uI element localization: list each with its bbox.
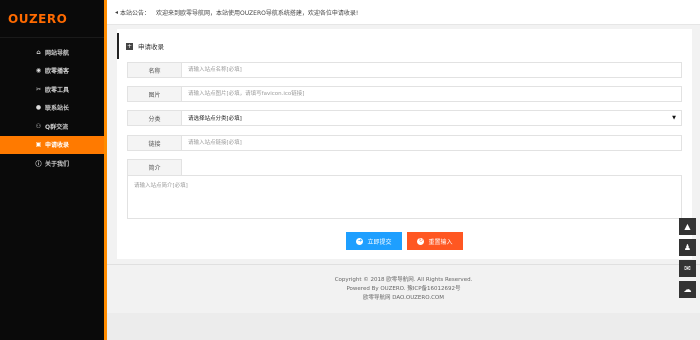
sidebar-item-tools[interactable]: ✂ 欧零工具 [0, 80, 104, 99]
sidebar-item-label: 欧零播客 [45, 68, 70, 76]
wechat-icon[interactable]: ☁ [679, 281, 696, 298]
footer-divider [107, 264, 700, 265]
name-label: 名称 [127, 62, 182, 78]
description-textarea[interactable] [127, 175, 682, 219]
sidebar-item-label: 联系站长 [45, 105, 70, 113]
logo-text: OUZERO [8, 11, 68, 26]
submit-button-label: 立即提交 [367, 238, 392, 246]
podcast-icon: ◉ [35, 67, 42, 75]
footer-domain: 欧零导航网 DAO.OUZERO.COM [363, 295, 444, 301]
bottom-strip [107, 313, 700, 340]
sidebar-item-podcast[interactable]: ◉ 欧零播客 [0, 62, 104, 81]
floating-toolbar: ▲ ♟ ✉ ☁ [679, 218, 696, 302]
sidebar-item-label: 网站导航 [45, 49, 70, 57]
qq-icon[interactable]: ▲ [679, 218, 696, 235]
footer-copyright: Copyright © 2018 欧零导航网. All Rights Reser… [334, 277, 473, 283]
sidebar-item-label: Q群交流 [45, 123, 69, 131]
form-row-name: 名称 [127, 62, 682, 78]
notice: ◂ 本站公告： 欢迎来到欧零导航网，本站使用OUZERO导航系统搭建，欢迎各位申… [115, 8, 358, 17]
reset-button-label: 重置输入 [428, 238, 453, 246]
footer-powered: Powered By OUZERO. 豫ICP备16012692号 [346, 286, 461, 292]
sidebar-nav: ⌂ 网站导航 ◉ 欧零播客 ✂ 欧零工具 ● 联系站长 ⚇ Q群交流 ▣ 申请收… [0, 43, 104, 173]
sidebar-item-label: 申请收录 [45, 142, 70, 150]
card-title: 申请收录 [138, 43, 164, 51]
sidebar-item-label: 关于我们 [45, 160, 70, 168]
submit-site-icon: ▣ [35, 141, 42, 149]
bell-icon: ● [35, 104, 42, 112]
submit-site-card: + 申请收录 名称 图片 分类 请选择站点分类[必填] ▼ 链接 简介 ➜ 立即… [117, 29, 692, 259]
group-chat-icon: ⚇ [35, 122, 42, 130]
reset-button[interactable]: ↻ 重置输入 [407, 232, 463, 250]
form-row-image: 图片 [127, 86, 682, 102]
megaphone-icon: ◂ [115, 8, 119, 16]
form-row-link: 链接 [127, 135, 682, 151]
category-select[interactable]: 请选择站点分类[必填] ▼ [182, 110, 682, 126]
home-icon: ⌂ [36, 48, 41, 56]
submit-button[interactable]: ➜ 立即提交 [346, 232, 402, 250]
info-icon: ⓘ [35, 160, 42, 168]
category-selected-value: 请选择站点分类[必填] [188, 116, 242, 122]
link-label: 链接 [127, 135, 182, 151]
arrow-right-circle-icon: ➜ [356, 237, 364, 245]
top-notice-bar: ◂ 本站公告： 欢迎来到欧零导航网，本站使用OUZERO导航系统搭建，欢迎各位申… [107, 0, 700, 25]
sidebar-item-qq-group[interactable]: ⚇ Q群交流 [0, 117, 104, 136]
tools-icon: ✂ [35, 85, 42, 93]
notice-text: 欢迎来到欧零导航网，本站使用OUZERO导航系统搭建，欢迎各位申请收录! [156, 9, 359, 17]
sidebar-item-about[interactable]: ⓘ 关于我们 [0, 154, 104, 173]
site-name-input[interactable] [182, 62, 682, 78]
sidebar-item-home[interactable]: ⌂ 网站导航 [0, 43, 104, 62]
site-link-input[interactable] [182, 135, 682, 151]
footer: Copyright © 2018 欧零导航网. All Rights Reser… [107, 276, 700, 303]
refresh-icon: ↻ [417, 237, 425, 245]
logo[interactable]: OUZERO [0, 0, 104, 38]
notice-label: 本站公告： [120, 9, 151, 17]
plus-square-icon: + [126, 42, 133, 50]
mail-icon[interactable]: ✉ [679, 260, 696, 277]
description-label: 简介 [127, 159, 182, 175]
sidebar-item-submit-site[interactable]: ▣ 申请收录 [0, 135, 104, 154]
site-image-input[interactable] [182, 86, 682, 102]
sidebar: OUZERO ⌂ 网站导航 ◉ 欧零播客 ✂ 欧零工具 ● 联系站长 ⚇ Q群交… [0, 0, 104, 340]
sidebar-item-contact[interactable]: ● 联系站长 [0, 99, 104, 118]
card-header: + 申请收录 [117, 33, 692, 59]
form-row-category: 分类 请选择站点分类[必填] ▼ [127, 110, 682, 126]
image-label: 图片 [127, 86, 182, 102]
category-label: 分类 [127, 110, 182, 126]
sidebar-item-label: 欧零工具 [45, 86, 70, 94]
caret-down-icon: ▼ [672, 115, 676, 121]
penguin-icon[interactable]: ♟ [679, 239, 696, 256]
